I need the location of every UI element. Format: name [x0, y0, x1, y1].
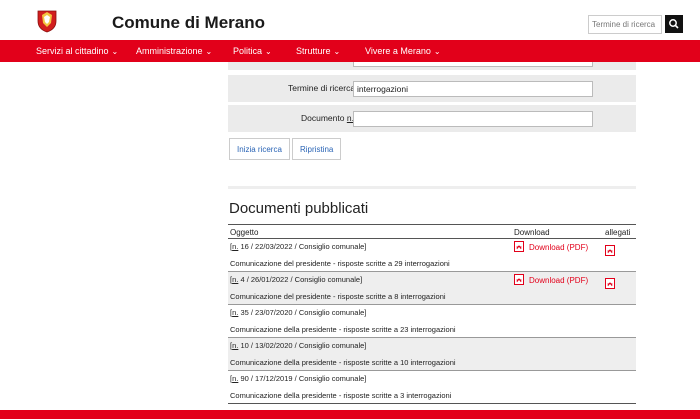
search-button[interactable]	[665, 15, 683, 33]
document-label-text: Documento	[301, 113, 347, 123]
chevron-down-icon: ⌄	[433, 47, 441, 56]
row-description[interactable]: Comunicazione della presidente - rispost…	[230, 358, 456, 367]
download-link[interactable]: Download (PDF)	[514, 274, 588, 285]
row-description[interactable]: Comunicazione della presidente - rispost…	[230, 325, 456, 334]
nav-item-label: Strutture	[296, 46, 331, 56]
row-meta-text: 4 / 26/01/2022 / Consiglio comunale]	[238, 275, 363, 284]
section-divider	[228, 186, 636, 189]
table-row: [n. 16 / 22/03/2022 / Consiglio comunale…	[228, 239, 636, 272]
previous-field[interactable]	[353, 62, 593, 67]
pdf-icon	[514, 241, 524, 252]
document-label: Documento n.	[301, 113, 354, 123]
search-input[interactable]: Termine di ricerca	[588, 15, 662, 34]
table-header: Oggetto Download allegati	[228, 224, 636, 239]
results-table: Oggetto Download allegati [n. 16 / 22/03…	[228, 224, 636, 404]
nav-item-label: Amministrazione	[136, 46, 203, 56]
form-row-term: Termine di ricerca interrogazioni	[228, 75, 636, 102]
table-row: [n. 4 / 26/01/2022 / Consiglio comunale]…	[228, 272, 636, 305]
pdf-icon	[514, 274, 524, 285]
download-label: Download (PDF)	[529, 276, 589, 285]
nav-item-strutture[interactable]: Strutture ⌄	[296, 46, 340, 56]
pdf-icon	[605, 245, 615, 256]
chevron-down-icon: ⌄	[205, 47, 213, 56]
download-label: Download (PDF)	[529, 243, 589, 252]
row-meta-text: 35 / 23/07/2020 / Consiglio comunale]	[238, 308, 367, 317]
row-meta: [n. 10 / 13/02/2020 / Consiglio comunale…	[230, 341, 367, 350]
row-meta: [n. 90 / 17/12/2019 / Consiglio comunale…	[230, 374, 367, 383]
row-meta-text: 10 / 13/02/2020 / Consiglio comunale]	[238, 341, 367, 350]
document-input[interactable]	[353, 111, 593, 127]
main-nav: Servizi al cittadino ⌄ Amministrazione ⌄ P…	[0, 40, 700, 62]
chevron-down-icon: ⌄	[111, 47, 119, 56]
row-meta: [n. 16 / 22/03/2022 / Consiglio comunale…	[230, 242, 367, 251]
search-icon	[669, 19, 679, 29]
nav-item-label: Vivere a Merano	[365, 46, 431, 56]
term-label: Termine di ricerca	[288, 83, 356, 93]
chevron-down-icon: ⌄	[265, 47, 272, 56]
form-row-previous	[228, 62, 636, 70]
reset-button[interactable]: Ripristina	[292, 138, 342, 160]
table-row: [n. 35 / 23/07/2020 / Consiglio comunale…	[228, 305, 636, 338]
pdf-icon	[605, 278, 615, 289]
row-meta-text: 90 / 17/12/2019 / Consiglio comunale]	[238, 374, 367, 383]
attachment-link[interactable]	[605, 274, 620, 292]
table-row: [n. 90 / 17/12/2019 / Consiglio comunale…	[228, 371, 636, 404]
column-subject: Oggetto	[230, 228, 259, 237]
row-description[interactable]: Comunicazione del presidente - risposte …	[230, 259, 450, 268]
row-description[interactable]: Comunicazione della presidente - rispost…	[230, 391, 451, 400]
nav-item-vivere[interactable]: Vivere a Merano ⌄	[365, 46, 441, 56]
download-link[interactable]: Download (PDF)	[514, 241, 588, 252]
column-attachments: allegati	[605, 228, 631, 237]
nav-item-label: Servizi al cittadino	[36, 46, 109, 56]
coat-of-arms-icon[interactable]	[36, 9, 58, 33]
nav-item-amministrazione[interactable]: Amministrazione ⌄	[136, 46, 212, 56]
site-title[interactable]: Comune di Merano	[112, 13, 265, 33]
nav-item-label: Politica	[233, 46, 263, 56]
row-description[interactable]: Comunicazione del presidente - risposte …	[230, 292, 446, 301]
footer-bar	[0, 410, 700, 419]
row-meta: [n. 35 / 23/07/2020 / Consiglio comunale…	[230, 308, 367, 317]
row-meta-text: 16 / 22/03/2022 / Consiglio comunale]	[238, 242, 367, 251]
term-input[interactable]: interrogazioni	[353, 81, 593, 97]
nav-item-politica[interactable]: Politica ⌄	[233, 46, 272, 56]
results-title: Documenti pubblicati	[229, 200, 369, 217]
table-row: [n. 10 / 13/02/2020 / Consiglio comunale…	[228, 338, 636, 371]
form-row-document: Documento n.	[228, 105, 636, 132]
column-download: Download	[514, 228, 550, 237]
start-search-button[interactable]: Inizia ricerca	[229, 138, 290, 160]
attachment-link[interactable]	[605, 241, 620, 259]
chevron-down-icon: ⌄	[333, 47, 341, 56]
site-header: Comune di Merano Termine di ricerca	[0, 0, 700, 40]
nav-item-servizi[interactable]: Servizi al cittadino ⌄	[36, 46, 118, 56]
row-meta: [n. 4 / 26/01/2022 / Consiglio comunale]	[230, 275, 363, 284]
